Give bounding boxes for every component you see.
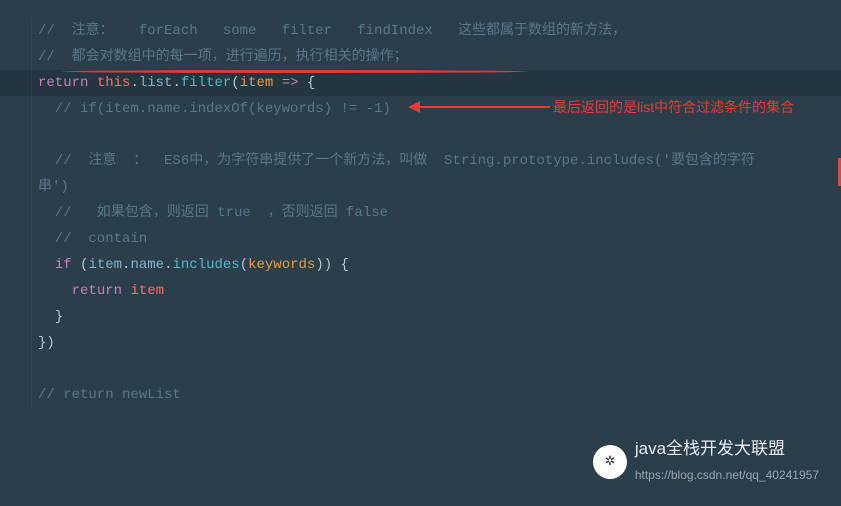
watermark-title: java全栈开发大联盟 xyxy=(635,436,819,462)
watermark-url: https://blog.csdn.net/qq_40241957 xyxy=(635,462,819,488)
code-line: // 注意 ： ES6中，为字符串提供了一个新方法，叫做 String.prot… xyxy=(24,148,764,200)
comment: // 都会对数组中的每一项，进行遍历，执行相关的操作； xyxy=(38,49,408,65)
annotation-underline xyxy=(62,70,527,73)
code-line: // 如果包含，则返回 true ，否则返回 false xyxy=(24,200,841,226)
annotation-arrow-head xyxy=(408,101,420,113)
blank-line xyxy=(24,356,841,382)
code-line: // 都会对数组中的每一项，进行遍历，执行相关的操作； xyxy=(24,44,841,70)
annotation-arrow-line xyxy=(415,106,550,108)
comment: // if(item.name.indexOf(keywords) != -1) xyxy=(38,101,391,117)
code-line: // contain xyxy=(24,226,841,252)
keyword: return xyxy=(38,75,88,91)
function-name: filter xyxy=(181,75,231,91)
identifier: list xyxy=(139,75,173,91)
comment: // 如果包含，则返回 true ，否则返回 false xyxy=(38,205,388,221)
code-editor[interactable]: // 注意： forEach some filter findIndex 这些都… xyxy=(0,0,841,408)
watermark: ✲ java全栈开发大联盟 https://blog.csdn.net/qq_4… xyxy=(593,436,819,488)
comment: // return newList xyxy=(38,387,181,403)
comment: // contain xyxy=(38,231,147,247)
annotation-text: 最后返回的是list中符合过滤条件的集合 xyxy=(553,98,823,116)
wechat-icon: ✲ xyxy=(593,445,627,479)
keyword: return xyxy=(72,283,122,299)
code-line: } xyxy=(24,304,841,330)
blank-line xyxy=(24,122,841,148)
code-line: return item xyxy=(24,278,841,304)
code-line: if (item.name.includes(keywords)) { xyxy=(24,252,841,278)
comment: // 注意： forEach some filter findIndex 这些都… xyxy=(38,23,626,39)
code-line: // return newList xyxy=(24,382,841,408)
identifier: item xyxy=(130,283,164,299)
code-line: }) xyxy=(24,330,841,356)
code-line: // 注意： forEach some filter findIndex 这些都… xyxy=(24,18,841,44)
this-keyword: this xyxy=(97,75,131,91)
comment: // 注意 ： ES6中，为字符串提供了一个新方法，叫做 String.prot… xyxy=(38,153,755,195)
keyword: if xyxy=(55,257,72,273)
code-line-highlighted: return this.list.filter(item => { xyxy=(0,70,841,96)
param: item xyxy=(240,75,274,91)
